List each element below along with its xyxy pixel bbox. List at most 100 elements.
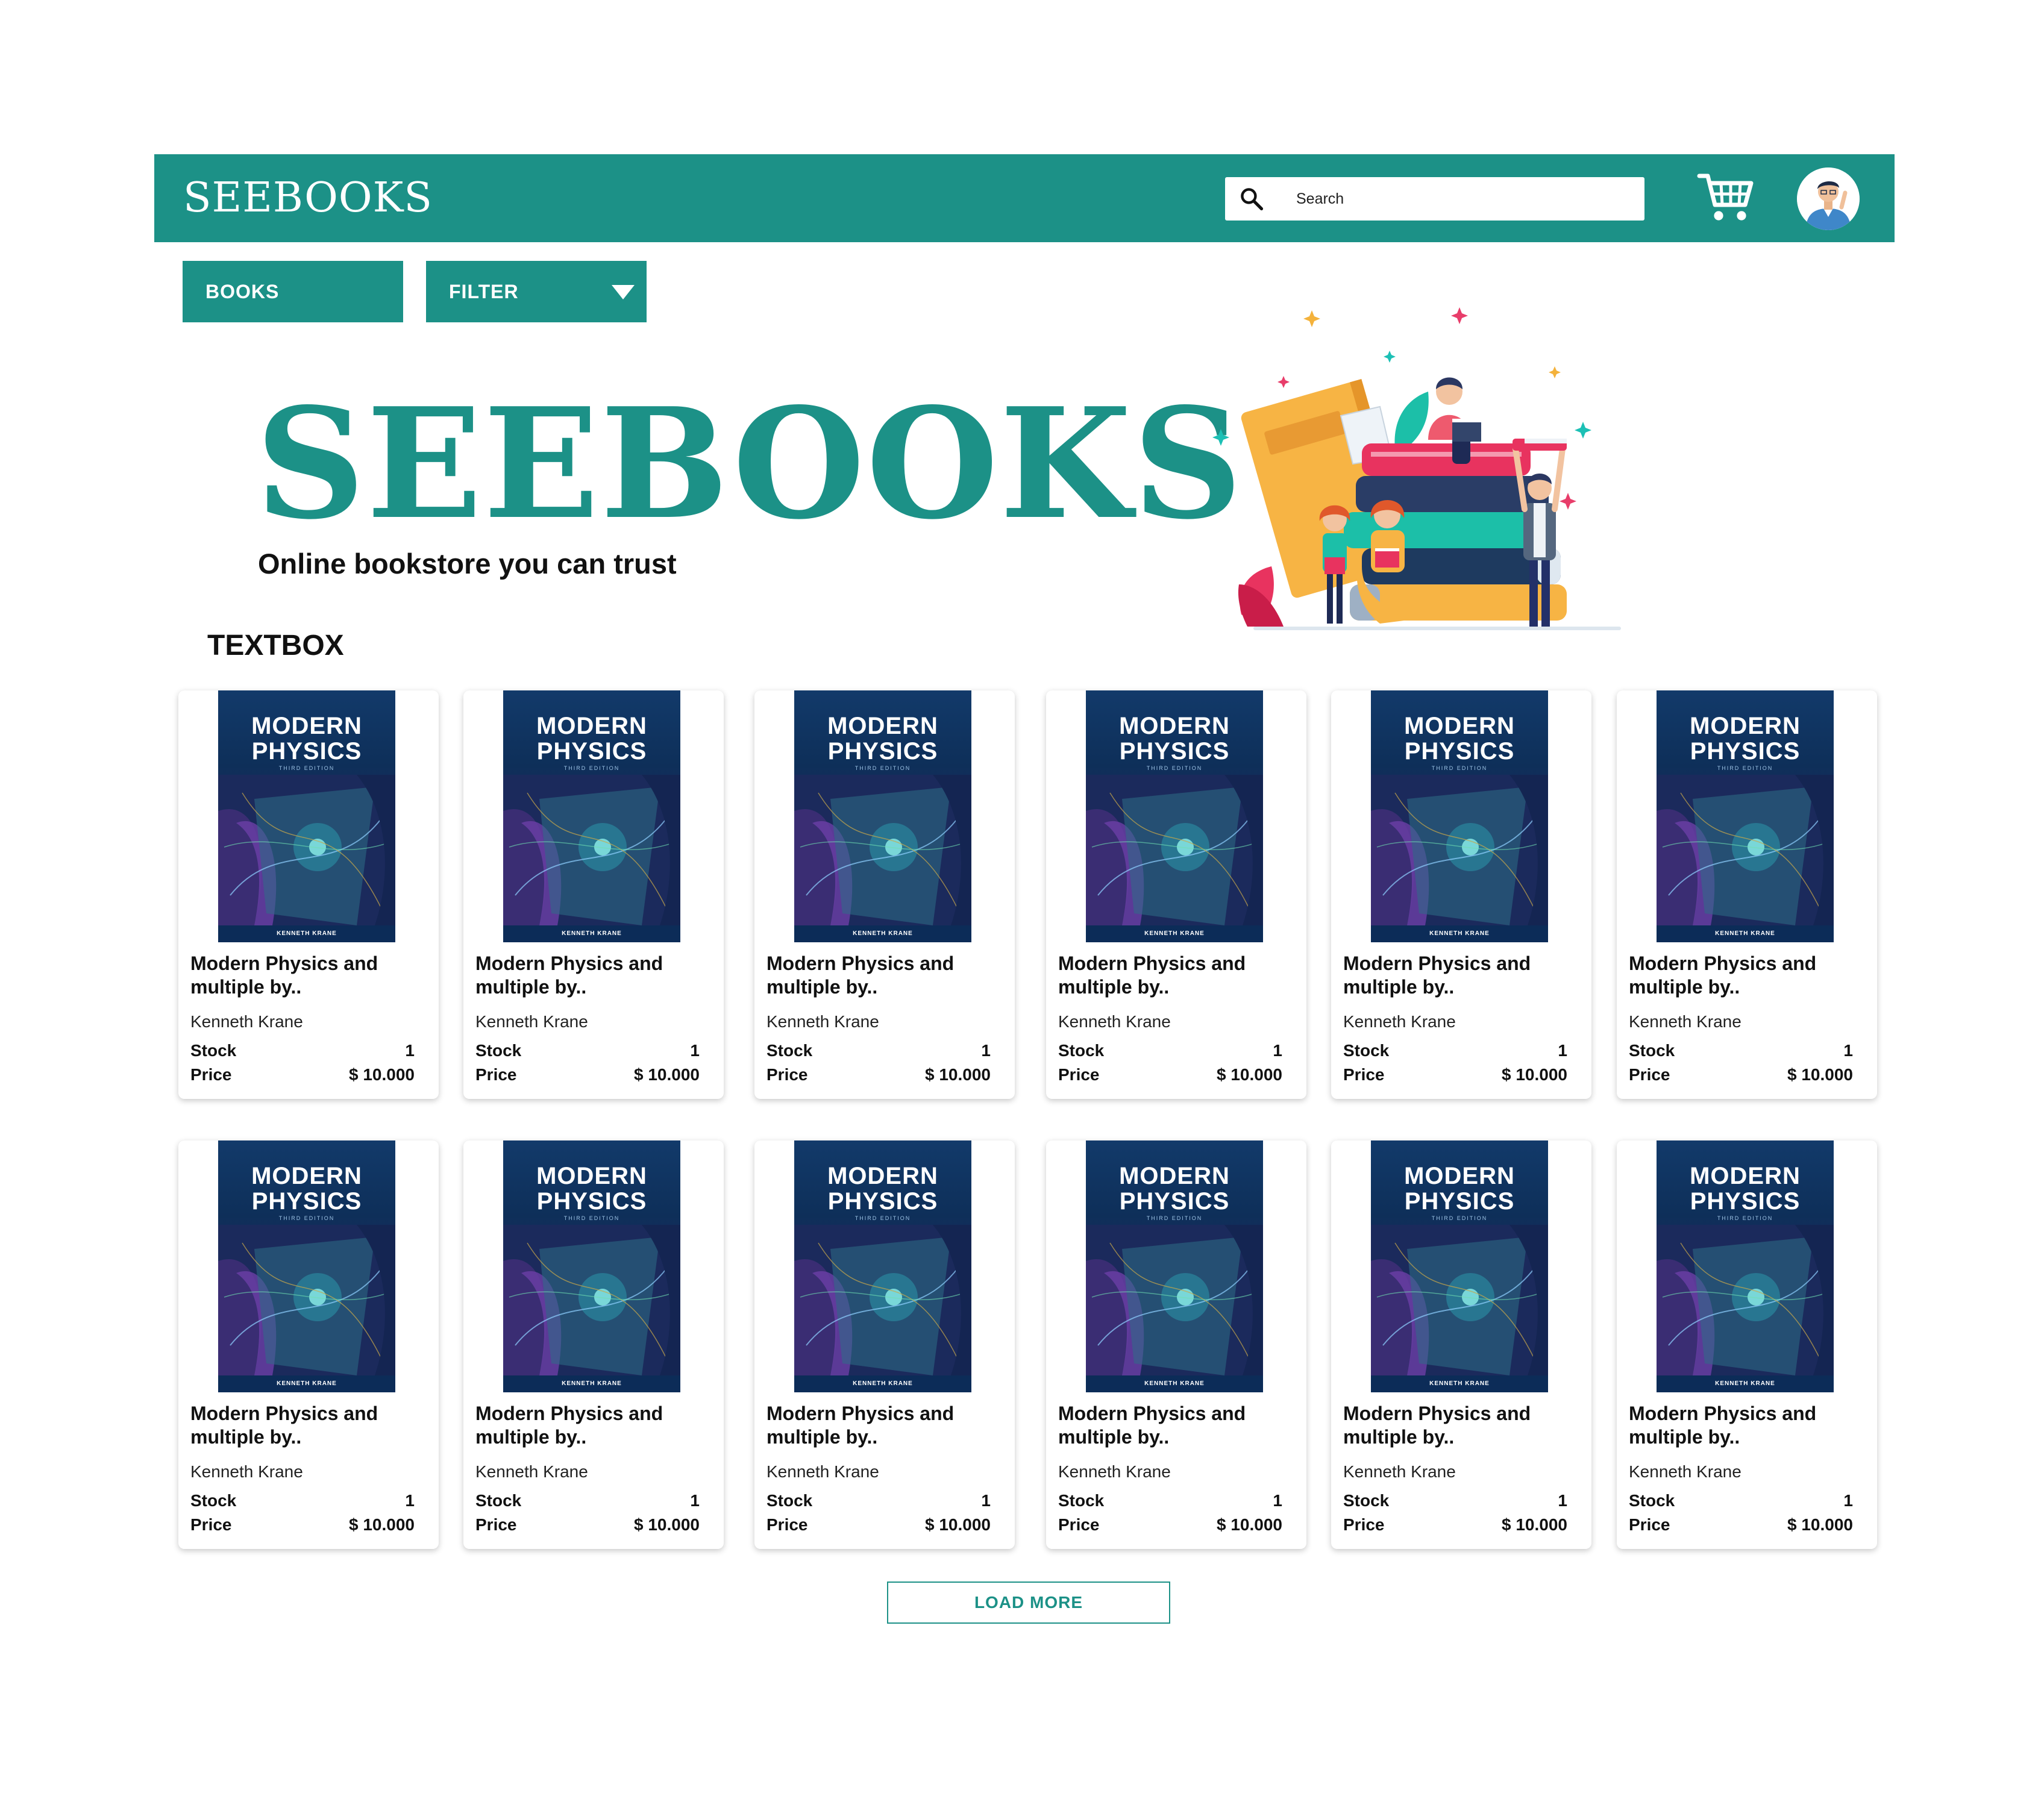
site-logo[interactable]: SEEBOOKS	[183, 154, 433, 242]
book-author: Kenneth Krane	[475, 1462, 588, 1481]
book-title[interactable]: Modern Physics and multiple by..	[766, 952, 1008, 999]
price-label: Price	[190, 1065, 232, 1084]
cover-title-line2: PHYSICS	[1690, 738, 1801, 765]
book-title[interactable]: Modern Physics and multiple by..	[766, 1402, 1008, 1449]
book-card[interactable]: MODERN PHYSICS THIRD EDITION KENNETH KRANE M…	[1046, 1140, 1306, 1549]
cover-artwork	[1657, 775, 1834, 925]
book-cover[interactable]: MODERN PHYSICS THIRD EDITION KENNETH KRANE	[1657, 1140, 1834, 1392]
price-row: Price $ 10.000	[1058, 1065, 1282, 1084]
book-card[interactable]: MODERN PHYSICS THIRD EDITION KENNETH KRANE M…	[754, 690, 1015, 1099]
book-title[interactable]: Modern Physics and multiple by..	[1343, 952, 1584, 999]
book-cover[interactable]: MODERN PHYSICS THIRD EDITION KENNETH KRANE	[1371, 690, 1548, 942]
stock-value: 1	[1558, 1041, 1567, 1060]
cover-author: KENNETH KRANE	[1371, 925, 1548, 942]
book-title[interactable]: Modern Physics and multiple by..	[1058, 1402, 1299, 1449]
book-title[interactable]: Modern Physics and multiple by..	[1343, 1402, 1584, 1449]
filter-dropdown[interactable]: FILTER	[426, 261, 647, 322]
book-cover[interactable]: MODERN PHYSICS THIRD EDITION KENNETH KRANE	[794, 1140, 971, 1392]
book-cover[interactable]: MODERN PHYSICS THIRD EDITION KENNETH KRANE	[794, 690, 971, 942]
avatar[interactable]	[1797, 167, 1860, 230]
book-title[interactable]: Modern Physics and multiple by..	[475, 952, 716, 999]
book-card[interactable]: MODERN PHYSICS THIRD EDITION KENNETH KRANE M…	[463, 690, 724, 1099]
cover-title-line1: MODERN	[1690, 713, 1801, 739]
cover-edition: THIRD EDITION	[1717, 1215, 1773, 1221]
cover-title-line2: PHYSICS	[1690, 1188, 1801, 1215]
stock-value: 1	[1273, 1491, 1282, 1510]
search-icon[interactable]	[1238, 186, 1265, 212]
cover-artwork	[503, 1225, 680, 1375]
book-title[interactable]: Modern Physics and multiple by..	[1629, 952, 1870, 999]
cover-title-line2: PHYSICS	[536, 1188, 647, 1215]
book-cover[interactable]: MODERN PHYSICS THIRD EDITION KENNETH KRANE	[1086, 690, 1263, 942]
search-placeholder: Search	[1296, 190, 1344, 207]
price-label: Price	[1343, 1065, 1385, 1084]
load-more-button[interactable]: LOAD MORE	[887, 1582, 1170, 1624]
cover-edition: THIRD EDITION	[563, 1215, 620, 1221]
cover-title-line2: PHYSICS	[1119, 1188, 1230, 1215]
price-value: $ 10.000	[925, 1515, 991, 1534]
cover-artwork	[794, 775, 971, 925]
cover-title-line1: MODERN	[251, 1163, 362, 1189]
book-author: Kenneth Krane	[190, 1012, 303, 1031]
cover-edition: THIRD EDITION	[278, 1215, 335, 1221]
stock-value: 1	[1843, 1041, 1853, 1060]
books-button[interactable]: BOOKS	[183, 261, 403, 322]
book-card[interactable]: MODERN PHYSICS THIRD EDITION KENNETH KRANE M…	[754, 1140, 1015, 1549]
book-card[interactable]: MODERN PHYSICS THIRD EDITION KENNETH KRANE M…	[178, 690, 439, 1099]
stock-row: Stock 1	[1629, 1491, 1853, 1510]
book-title[interactable]: Modern Physics and multiple by..	[1629, 1402, 1870, 1449]
book-title[interactable]: Modern Physics and multiple by..	[1058, 952, 1299, 999]
book-cover[interactable]: MODERN PHYSICS THIRD EDITION KENNETH KRANE	[503, 1140, 680, 1392]
stock-label: Stock	[1629, 1491, 1675, 1510]
book-title[interactable]: Modern Physics and multiple by..	[475, 1402, 716, 1449]
hero-subtitle: Online bookstore you can trust	[258, 548, 677, 580]
cover-artwork	[1657, 1225, 1834, 1375]
cover-artwork	[218, 775, 395, 925]
book-author: Kenneth Krane	[766, 1462, 879, 1481]
book-cover[interactable]: MODERN PHYSICS THIRD EDITION KENNETH KRANE	[218, 1140, 395, 1392]
book-author: Kenneth Krane	[1629, 1012, 1741, 1031]
cover-author: KENNETH KRANE	[1086, 925, 1263, 942]
book-card[interactable]: MODERN PHYSICS THIRD EDITION KENNETH KRANE M…	[1331, 1140, 1591, 1549]
stock-row: Stock 1	[190, 1041, 415, 1060]
stock-value: 1	[981, 1491, 991, 1510]
cover-author: KENNETH KRANE	[503, 925, 680, 942]
cover-title-line1: MODERN	[827, 713, 938, 739]
price-label: Price	[1629, 1065, 1670, 1084]
stock-value: 1	[690, 1041, 700, 1060]
price-row: Price $ 10.000	[190, 1515, 415, 1535]
cart-icon[interactable]	[1697, 171, 1755, 224]
book-author: Kenneth Krane	[766, 1012, 879, 1031]
price-value: $ 10.000	[1217, 1065, 1282, 1084]
cover-author: KENNETH KRANE	[794, 1375, 971, 1392]
cover-title-line2: PHYSICS	[827, 1188, 938, 1215]
book-author: Kenneth Krane	[1058, 1012, 1171, 1031]
stock-label: Stock	[1343, 1491, 1390, 1510]
book-cover[interactable]: MODERN PHYSICS THIRD EDITION KENNETH KRANE	[1371, 1140, 1548, 1392]
search-input[interactable]: Search	[1225, 177, 1644, 221]
book-author: Kenneth Krane	[1343, 1462, 1456, 1481]
stock-label: Stock	[766, 1491, 813, 1510]
book-card[interactable]: MODERN PHYSICS THIRD EDITION KENNETH KRANE M…	[1331, 690, 1591, 1099]
cover-artwork	[1371, 775, 1548, 925]
price-value: $ 10.000	[1502, 1515, 1567, 1534]
book-title[interactable]: Modern Physics and multiple by..	[190, 952, 431, 999]
stock-label: Stock	[190, 1041, 237, 1060]
price-label: Price	[1343, 1515, 1385, 1534]
book-card[interactable]: MODERN PHYSICS THIRD EDITION KENNETH KRANE M…	[178, 1140, 439, 1549]
price-row: Price $ 10.000	[1343, 1515, 1567, 1535]
book-cover[interactable]: MODERN PHYSICS THIRD EDITION KENNETH KRANE	[1657, 690, 1834, 942]
cover-title-line2: PHYSICS	[1404, 1188, 1515, 1215]
cover-title-line2: PHYSICS	[1119, 738, 1230, 765]
book-card[interactable]: MODERN PHYSICS THIRD EDITION KENNETH KRANE M…	[463, 1140, 724, 1549]
stock-label: Stock	[475, 1491, 522, 1510]
book-cover[interactable]: MODERN PHYSICS THIRD EDITION KENNETH KRANE	[503, 690, 680, 942]
book-cover[interactable]: MODERN PHYSICS THIRD EDITION KENNETH KRANE	[1086, 1140, 1263, 1392]
book-card[interactable]: MODERN PHYSICS THIRD EDITION KENNETH KRANE M…	[1617, 1140, 1877, 1549]
cover-edition: THIRD EDITION	[1431, 765, 1488, 771]
book-card[interactable]: MODERN PHYSICS THIRD EDITION KENNETH KRANE M…	[1046, 690, 1306, 1099]
price-row: Price $ 10.000	[1629, 1515, 1853, 1535]
book-cover[interactable]: MODERN PHYSICS THIRD EDITION KENNETH KRANE	[218, 690, 395, 942]
book-title[interactable]: Modern Physics and multiple by..	[190, 1402, 431, 1449]
book-card[interactable]: MODERN PHYSICS THIRD EDITION KENNETH KRANE M…	[1617, 690, 1877, 1099]
